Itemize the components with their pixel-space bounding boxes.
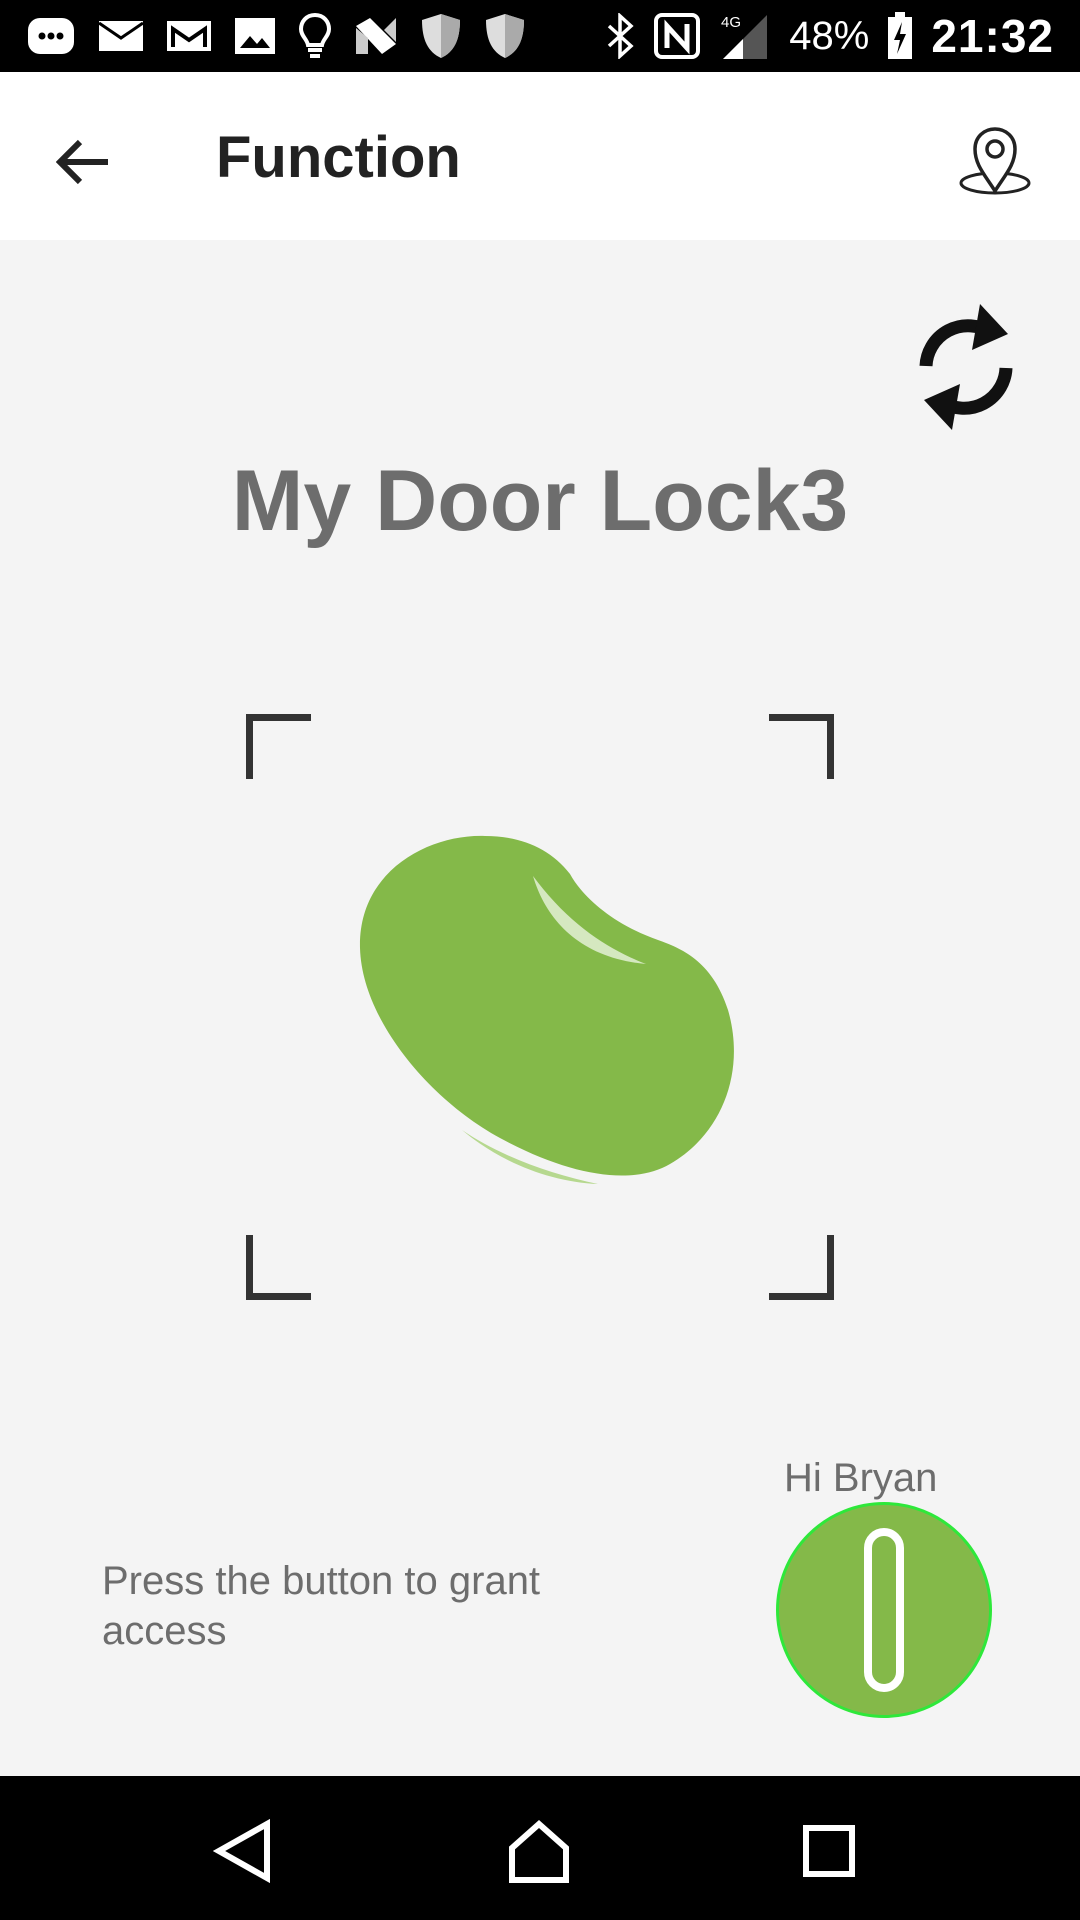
map-pin-icon (959, 127, 1031, 195)
location-button[interactable] (950, 116, 1040, 206)
nav-back-button[interactable] (198, 1806, 288, 1896)
nfc-icon (653, 12, 701, 60)
bean-icon (359, 835, 734, 1184)
navigation-bar (0, 1776, 1080, 1920)
status-bar: 4G 48% 21:32 (0, 0, 1080, 72)
shield-icon (484, 12, 526, 60)
square-recents-icon (803, 1825, 855, 1877)
device-name: My Door Lock3 (231, 453, 849, 549)
signal-icon: 4G (719, 11, 771, 61)
shield-icon (420, 12, 462, 60)
clock: 21:32 (931, 10, 1054, 62)
bulb-icon (298, 12, 332, 60)
frame-corner-top-left (246, 714, 311, 779)
access-hint: Press the button to grant access (102, 1559, 541, 1653)
email-icon (98, 18, 144, 54)
frame-corner-top-right (769, 714, 834, 779)
page-title: Function (216, 125, 461, 190)
bluetooth-icon (605, 13, 635, 59)
frame-corner-bottom-left (246, 1235, 311, 1300)
app-bar: Function (0, 72, 1080, 240)
back-button[interactable] (44, 122, 124, 202)
home-icon (509, 1819, 569, 1883)
battery-percentage: 48% (789, 13, 870, 58)
greeting-text: Hi Bryan (784, 1456, 938, 1500)
gmail-icon (166, 18, 212, 54)
nav-recents-button[interactable] (784, 1806, 874, 1896)
grant-access-button[interactable] (776, 1502, 992, 1718)
frame-corner-bottom-right (769, 1235, 834, 1300)
refresh-icon (919, 304, 1013, 430)
network-type-label: 4G (721, 14, 741, 31)
image-icon (234, 16, 276, 56)
battery-charging-icon (887, 12, 913, 60)
nav-home-button[interactable] (494, 1806, 584, 1896)
messages-icon (26, 16, 76, 56)
arrow-left-icon (56, 139, 108, 185)
triangle-back-icon (213, 1818, 270, 1884)
refresh-button[interactable] (910, 298, 1020, 436)
notification-icons (26, 12, 526, 60)
key-slot-icon (864, 1528, 904, 1692)
system-icons: 4G 48% 21:32 (605, 0, 1054, 72)
n-app-icon (354, 16, 398, 56)
